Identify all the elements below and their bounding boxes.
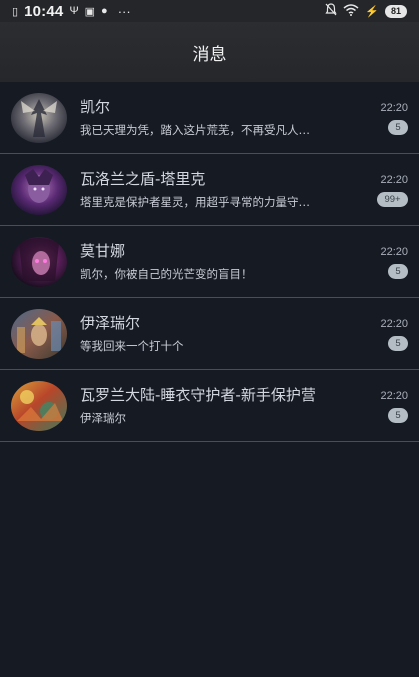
unread-badge: 5 [388, 408, 408, 423]
header: 消息 [0, 22, 419, 82]
sim-icon: ▯ [12, 5, 19, 18]
conversation-item[interactable]: 凯尔 我已天理为凭，踏入这片荒芜，不再受凡人… 22:20 5 [0, 82, 419, 154]
conversation-name: 伊泽瑞尔 [80, 314, 141, 332]
charging-icon: ⚡ [365, 5, 379, 18]
conversation-item[interactable]: 伊泽瑞尔 等我回来一个打十个 22:20 5 [0, 298, 419, 370]
unread-badge: 5 [388, 120, 408, 135]
page-title: 消息 [192, 44, 227, 65]
conversation-name: 凯尔 [80, 98, 111, 116]
avatar[interactable] [11, 165, 67, 215]
unread-badge: 99+ [377, 192, 408, 207]
conversation-time: 22:20 [380, 390, 408, 402]
app-icon: ● [101, 5, 108, 17]
status-bar: ▯ 10:44 Ψ ▣ ● ··· ⚡ 81 [0, 0, 419, 22]
avatar[interactable] [11, 93, 67, 143]
mute-icon [325, 3, 337, 19]
conversation-name: 瓦罗兰大陆-睡衣守护者-新手保护营 [80, 386, 316, 404]
notification-icon: ▣ [84, 5, 96, 18]
avatar[interactable] [11, 381, 67, 431]
wifi-icon [343, 3, 359, 19]
conversation-preview: 伊泽瑞尔 [80, 411, 126, 425]
conversation-list: 凯尔 我已天理为凭，踏入这片荒芜，不再受凡人… 22:20 5 瓦洛兰之盾-塔里… [0, 82, 419, 442]
conversation-preview: 等我回来一个打十个 [80, 339, 184, 353]
usb-icon: Ψ [69, 5, 79, 17]
avatar[interactable] [11, 237, 67, 287]
conversation-item[interactable]: 瓦洛兰之盾-塔里克 塔里克是保护者星灵，用超乎寻常的力量守… 22:20 99+ [0, 154, 419, 226]
conversation-preview: 塔里克是保护者星灵，用超乎寻常的力量守… [80, 195, 310, 209]
conversation-time: 22:20 [380, 174, 408, 186]
unread-badge: 5 [388, 336, 408, 351]
unread-badge: 5 [388, 264, 408, 279]
status-time: 10:44 [24, 2, 64, 20]
conversation-time: 22:20 [380, 246, 408, 258]
conversation-time: 22:20 [380, 102, 408, 114]
more-notifications-icon: ··· [117, 3, 131, 19]
conversation-name: 莫甘娜 [80, 242, 126, 260]
conversation-time: 22:20 [380, 318, 408, 330]
conversation-name: 瓦洛兰之盾-塔里克 [80, 170, 206, 188]
conversation-preview: 凯尔，你被自己的光芒变的盲目！ [80, 267, 253, 281]
avatar[interactable] [11, 309, 67, 359]
conversation-item[interactable]: 瓦罗兰大陆-睡衣守护者-新手保护营 伊泽瑞尔 22:20 5 [0, 370, 419, 442]
conversation-preview: 我已天理为凭，踏入这片荒芜，不再受凡人… [80, 123, 310, 137]
battery-indicator: 81 [384, 4, 407, 18]
conversation-item[interactable]: 莫甘娜 凯尔，你被自己的光芒变的盲目！ 22:20 5 [0, 226, 419, 298]
